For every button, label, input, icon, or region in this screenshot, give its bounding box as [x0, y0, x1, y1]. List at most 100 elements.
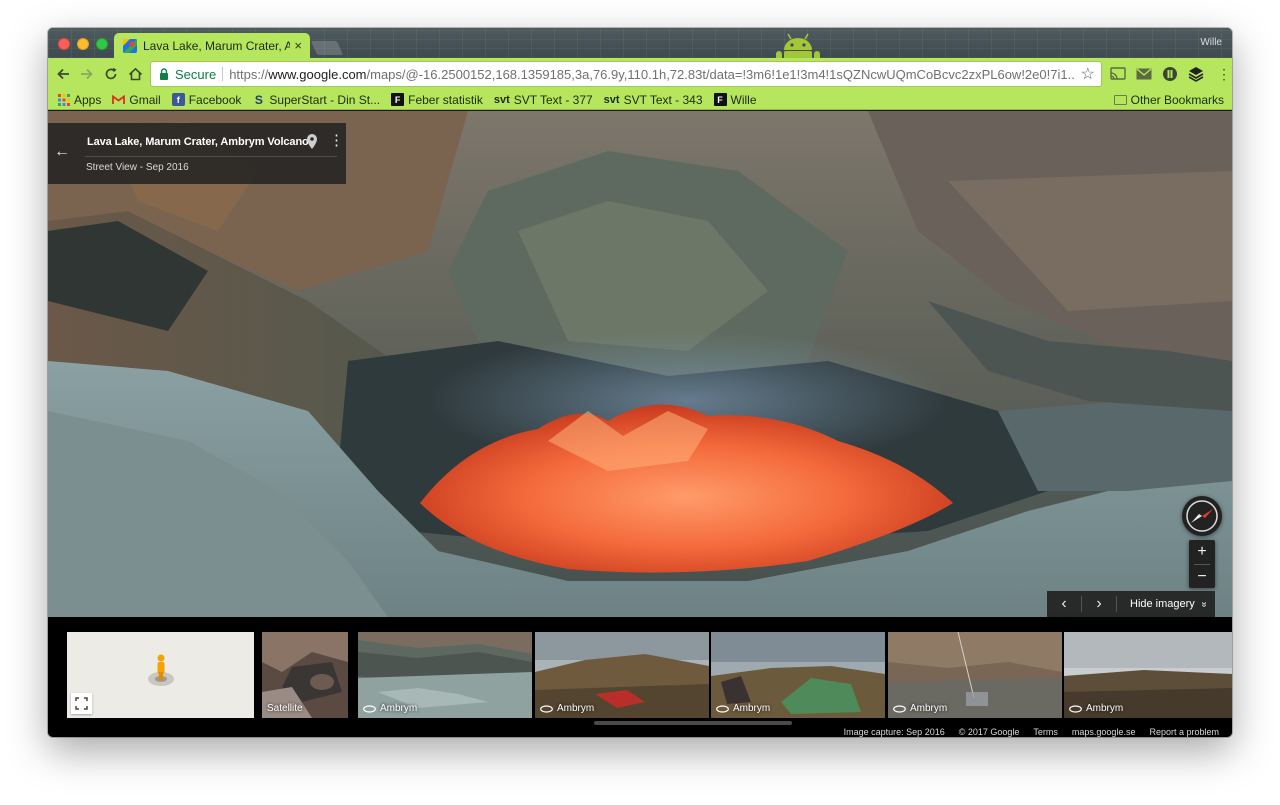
forward-arrow-icon[interactable] — [75, 62, 99, 86]
f-icon: F — [713, 93, 727, 106]
map-pin-icon[interactable] — [306, 134, 318, 150]
volcano-crater-image — [48, 111, 1232, 617]
photo-location: Ambrym — [380, 703, 418, 714]
address-bar[interactable]: Secure https://www.google.com/maps/@-16.… — [151, 62, 1101, 86]
photo-label: Ambrym — [716, 703, 770, 714]
bookmark-wille[interactable]: F Wille — [713, 93, 757, 107]
apps-grid-icon — [57, 93, 70, 106]
next-image-button[interactable]: › — [1082, 595, 1116, 613]
domain-link[interactable]: maps.google.se — [1072, 727, 1136, 737]
filmstrip-scrollbar[interactable] — [594, 721, 792, 725]
bookmarks-bar: Apps Gmail f Facebook S SuperStart - Din… — [48, 90, 1232, 110]
bookmark-superstart[interactable]: S SuperStart - Din St... — [252, 93, 380, 107]
photo-label: Ambrym — [893, 703, 947, 714]
lock-icon — [160, 68, 168, 80]
google-maps-icon — [123, 38, 137, 53]
street-view-panorama[interactable]: ← Lava Lake, Marum Crater, Ambrym Volcan… — [48, 111, 1232, 617]
folder-icon — [1113, 95, 1127, 105]
360-icon — [540, 704, 553, 713]
attribution-footer: Image capture: Sep 2016 © 2017 Google Te… — [48, 726, 1232, 737]
reload-icon[interactable] — [99, 62, 123, 86]
minimize-window-button[interactable] — [77, 38, 89, 50]
compass-icon[interactable] — [1182, 496, 1222, 536]
satellite-thumbnail[interactable]: Satellite — [262, 632, 348, 718]
svt-icon: svt — [493, 93, 510, 106]
photo-location: Ambrym — [910, 703, 948, 714]
other-bookmarks-label: Other Bookmarks — [1130, 93, 1224, 107]
bookmark-label: Facebook — [188, 92, 242, 107]
secure-label: Secure — [175, 66, 217, 82]
maximize-window-button[interactable] — [96, 38, 108, 50]
imagery-filmstrip: Satellite Ambrym Ambrym Ambrym Ambrym Am… — [48, 617, 1232, 737]
bookmark-label: SVT Text - 377 — [513, 92, 593, 107]
terms-link[interactable]: Terms — [1033, 727, 1058, 737]
more-options-icon[interactable]: ⋮ — [329, 133, 344, 148]
layers-icon[interactable] — [1187, 65, 1205, 83]
url-text[interactable]: https://www.google.com/maps/@-16.2500152… — [229, 67, 1074, 82]
bookmark-feber-statistik[interactable]: F Feber statistik — [391, 93, 483, 107]
zoom-control: + − — [1189, 540, 1215, 588]
other-bookmarks[interactable]: Other Bookmarks — [1113, 93, 1224, 107]
bookmark-facebook[interactable]: f Facebook — [171, 92, 242, 107]
bookmark-svt-343[interactable]: svt SVT Text - 343 — [604, 93, 703, 107]
copyright: © 2017 Google — [958, 726, 1020, 737]
photo-thumbnail[interactable]: Ambrym — [1064, 632, 1232, 718]
report-problem-link[interactable]: Report a problem — [1149, 727, 1219, 737]
browser-toolbar: Secure https://www.google.com/maps/@-16.… — [48, 58, 1232, 90]
mail-icon[interactable] — [1135, 65, 1153, 83]
photo-thumbnail[interactable]: Ambrym — [535, 632, 709, 718]
tab-title: Lava Lake, Marum Crater, Amb — [143, 38, 291, 53]
browser-window: Lava Lake, Marum Crater, Amb × Wille — [48, 28, 1232, 737]
back-arrow-icon[interactable]: ← — [54, 143, 70, 161]
photo-label: Ambrym — [540, 703, 594, 714]
bookmark-label: Feber statistik — [408, 92, 483, 107]
home-icon[interactable] — [123, 62, 147, 86]
tab-google-maps[interactable]: Lava Lake, Marum Crater, Amb × — [114, 33, 310, 58]
hide-imagery-button[interactable]: Hide imagery — [1117, 598, 1195, 610]
title-bar: Lava Lake, Marum Crater, Amb × Wille — [48, 28, 1232, 58]
zoom-out-button[interactable]: − — [1189, 565, 1215, 589]
tab-close-icon[interactable]: × — [294, 38, 302, 53]
close-window-button[interactable] — [58, 38, 70, 50]
360-icon — [363, 704, 376, 713]
zoom-in-button[interactable]: + — [1189, 540, 1215, 564]
url-host: www.google.com — [268, 66, 367, 82]
bookmark-apps[interactable]: Apps — [57, 93, 101, 107]
bookmark-label: Apps — [74, 92, 102, 107]
cast-icon[interactable] — [1109, 65, 1127, 83]
facebook-icon: f — [171, 93, 185, 106]
svt-icon: svt — [603, 93, 620, 106]
360-icon — [1069, 704, 1082, 713]
location-card: ← Lava Lake, Marum Crater, Ambrym Volcan… — [48, 123, 346, 184]
place-title: Lava Lake, Marum Crater, Ambrym Volcano — [87, 136, 309, 148]
star-icon[interactable]: ☆ — [1081, 64, 1095, 84]
360-icon — [716, 704, 729, 713]
f-icon: F — [391, 93, 405, 106]
bookmark-label: Gmail — [129, 92, 161, 107]
omnibox-divider — [222, 67, 224, 81]
android-icon — [776, 33, 820, 58]
photo-location: Ambrym — [733, 703, 771, 714]
bookmark-svt-377[interactable]: svt SVT Text - 377 — [494, 93, 593, 107]
imagery-controls: ‹ › Hide imagery » — [1047, 591, 1215, 617]
photo-thumbnail[interactable]: Ambrym — [888, 632, 1062, 718]
photo-label: Ambrym — [1069, 703, 1123, 714]
photo-location: Ambrym — [1086, 703, 1124, 714]
gmail-icon — [112, 93, 126, 106]
bookmark-label: SuperStart - Din St... — [269, 92, 381, 107]
expand-map-icon[interactable] — [71, 693, 92, 714]
menu-dots-icon[interactable]: ⋮ — [1215, 65, 1232, 83]
url-scheme: https:// — [229, 66, 269, 82]
street-view-date: Street View - Sep 2016 — [86, 162, 189, 173]
photo-thumbnail-active[interactable]: Ambrym — [358, 632, 532, 718]
extension-icon[interactable] — [1161, 65, 1179, 83]
pegman-icon — [148, 654, 174, 686]
minimap[interactable] — [67, 632, 254, 718]
previous-image-button[interactable]: ‹ — [1047, 595, 1081, 613]
photo-location: Ambrym — [557, 703, 595, 714]
photo-thumbnail[interactable]: Ambrym — [711, 632, 885, 718]
chevron-down-icon[interactable]: » — [1198, 601, 1209, 607]
back-arrow-icon[interactable] — [51, 62, 75, 86]
bookmark-gmail[interactable]: Gmail — [112, 92, 161, 107]
profile-name[interactable]: Wille — [1200, 37, 1222, 48]
